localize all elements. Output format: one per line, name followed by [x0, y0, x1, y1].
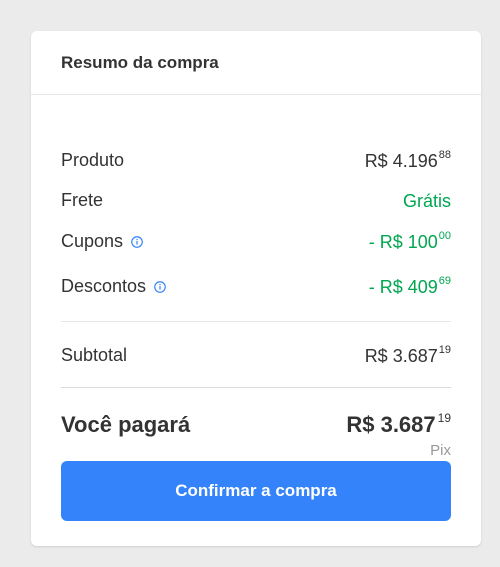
divider-1	[61, 321, 451, 322]
subtotal-amount: R$ 3.687 19	[364, 343, 451, 366]
subtotal-amount-main: R$ 3.687	[364, 345, 438, 366]
card-header: Resumo da compra	[31, 31, 481, 95]
product-amount-cents: 88	[438, 148, 451, 161]
product-amount: R$ 4.196 88	[364, 148, 451, 171]
total-amount: R$ 3.687 19	[346, 412, 451, 438]
discounts-label: Descontos	[61, 276, 147, 296]
total-label: Você pagará	[61, 412, 191, 437]
discounts-info-icon[interactable]	[154, 281, 166, 293]
product-label: Produto	[61, 150, 125, 170]
purchase-summary-card: Resumo da compra Produto R$ 4.196 88 Fre…	[31, 31, 481, 546]
row-label-subtotal: Subtotal	[61, 345, 127, 366]
row-total: Você pagará R$ 3.687 19	[61, 412, 451, 438]
row-label-discounts: Descontos	[61, 276, 166, 297]
product-amount-main: R$ 4.196	[364, 150, 438, 171]
coupons-amount-main: - R$ 100	[368, 231, 438, 252]
shipping-amount-main: Grátis	[402, 190, 451, 211]
confirm-purchase-button[interactable]: Confirmar a compra	[61, 461, 451, 521]
discounts-amount: - R$ 409 69	[368, 274, 451, 297]
row-subtotal: Subtotal R$ 3.687 19	[61, 343, 451, 366]
row-shipping: Frete Grátis	[61, 190, 451, 211]
payment-method-label: Pix	[430, 442, 451, 459]
total-amount-main: R$ 3.687	[346, 412, 436, 437]
coupons-label: Cupons	[61, 231, 124, 251]
row-label-shipping: Frete	[61, 190, 103, 211]
row-label-product: Produto	[61, 150, 124, 171]
row-discounts: Descontos - R$ 409 69	[61, 274, 451, 297]
subtotal-label: Subtotal	[61, 345, 128, 365]
shipping-label: Frete	[61, 190, 104, 210]
coupons-amount: - R$ 100 00	[368, 229, 451, 252]
row-label-coupons: Cupons	[61, 231, 143, 252]
row-coupons: Cupons - R$ 100 00	[61, 229, 451, 252]
divider-2	[61, 387, 451, 388]
coupons-amount-cents: 00	[438, 229, 451, 242]
total-amount-cents: 19	[437, 411, 451, 425]
coupons-info-icon[interactable]	[131, 236, 143, 248]
card-title: Resumo da compra	[61, 53, 219, 72]
shipping-amount: Grátis	[403, 191, 451, 211]
row-product: Produto R$ 4.196 88	[61, 148, 451, 171]
subtotal-amount-cents: 19	[438, 343, 451, 356]
discounts-amount-cents: 69	[438, 274, 451, 287]
discounts-amount-main: - R$ 409	[368, 276, 438, 297]
